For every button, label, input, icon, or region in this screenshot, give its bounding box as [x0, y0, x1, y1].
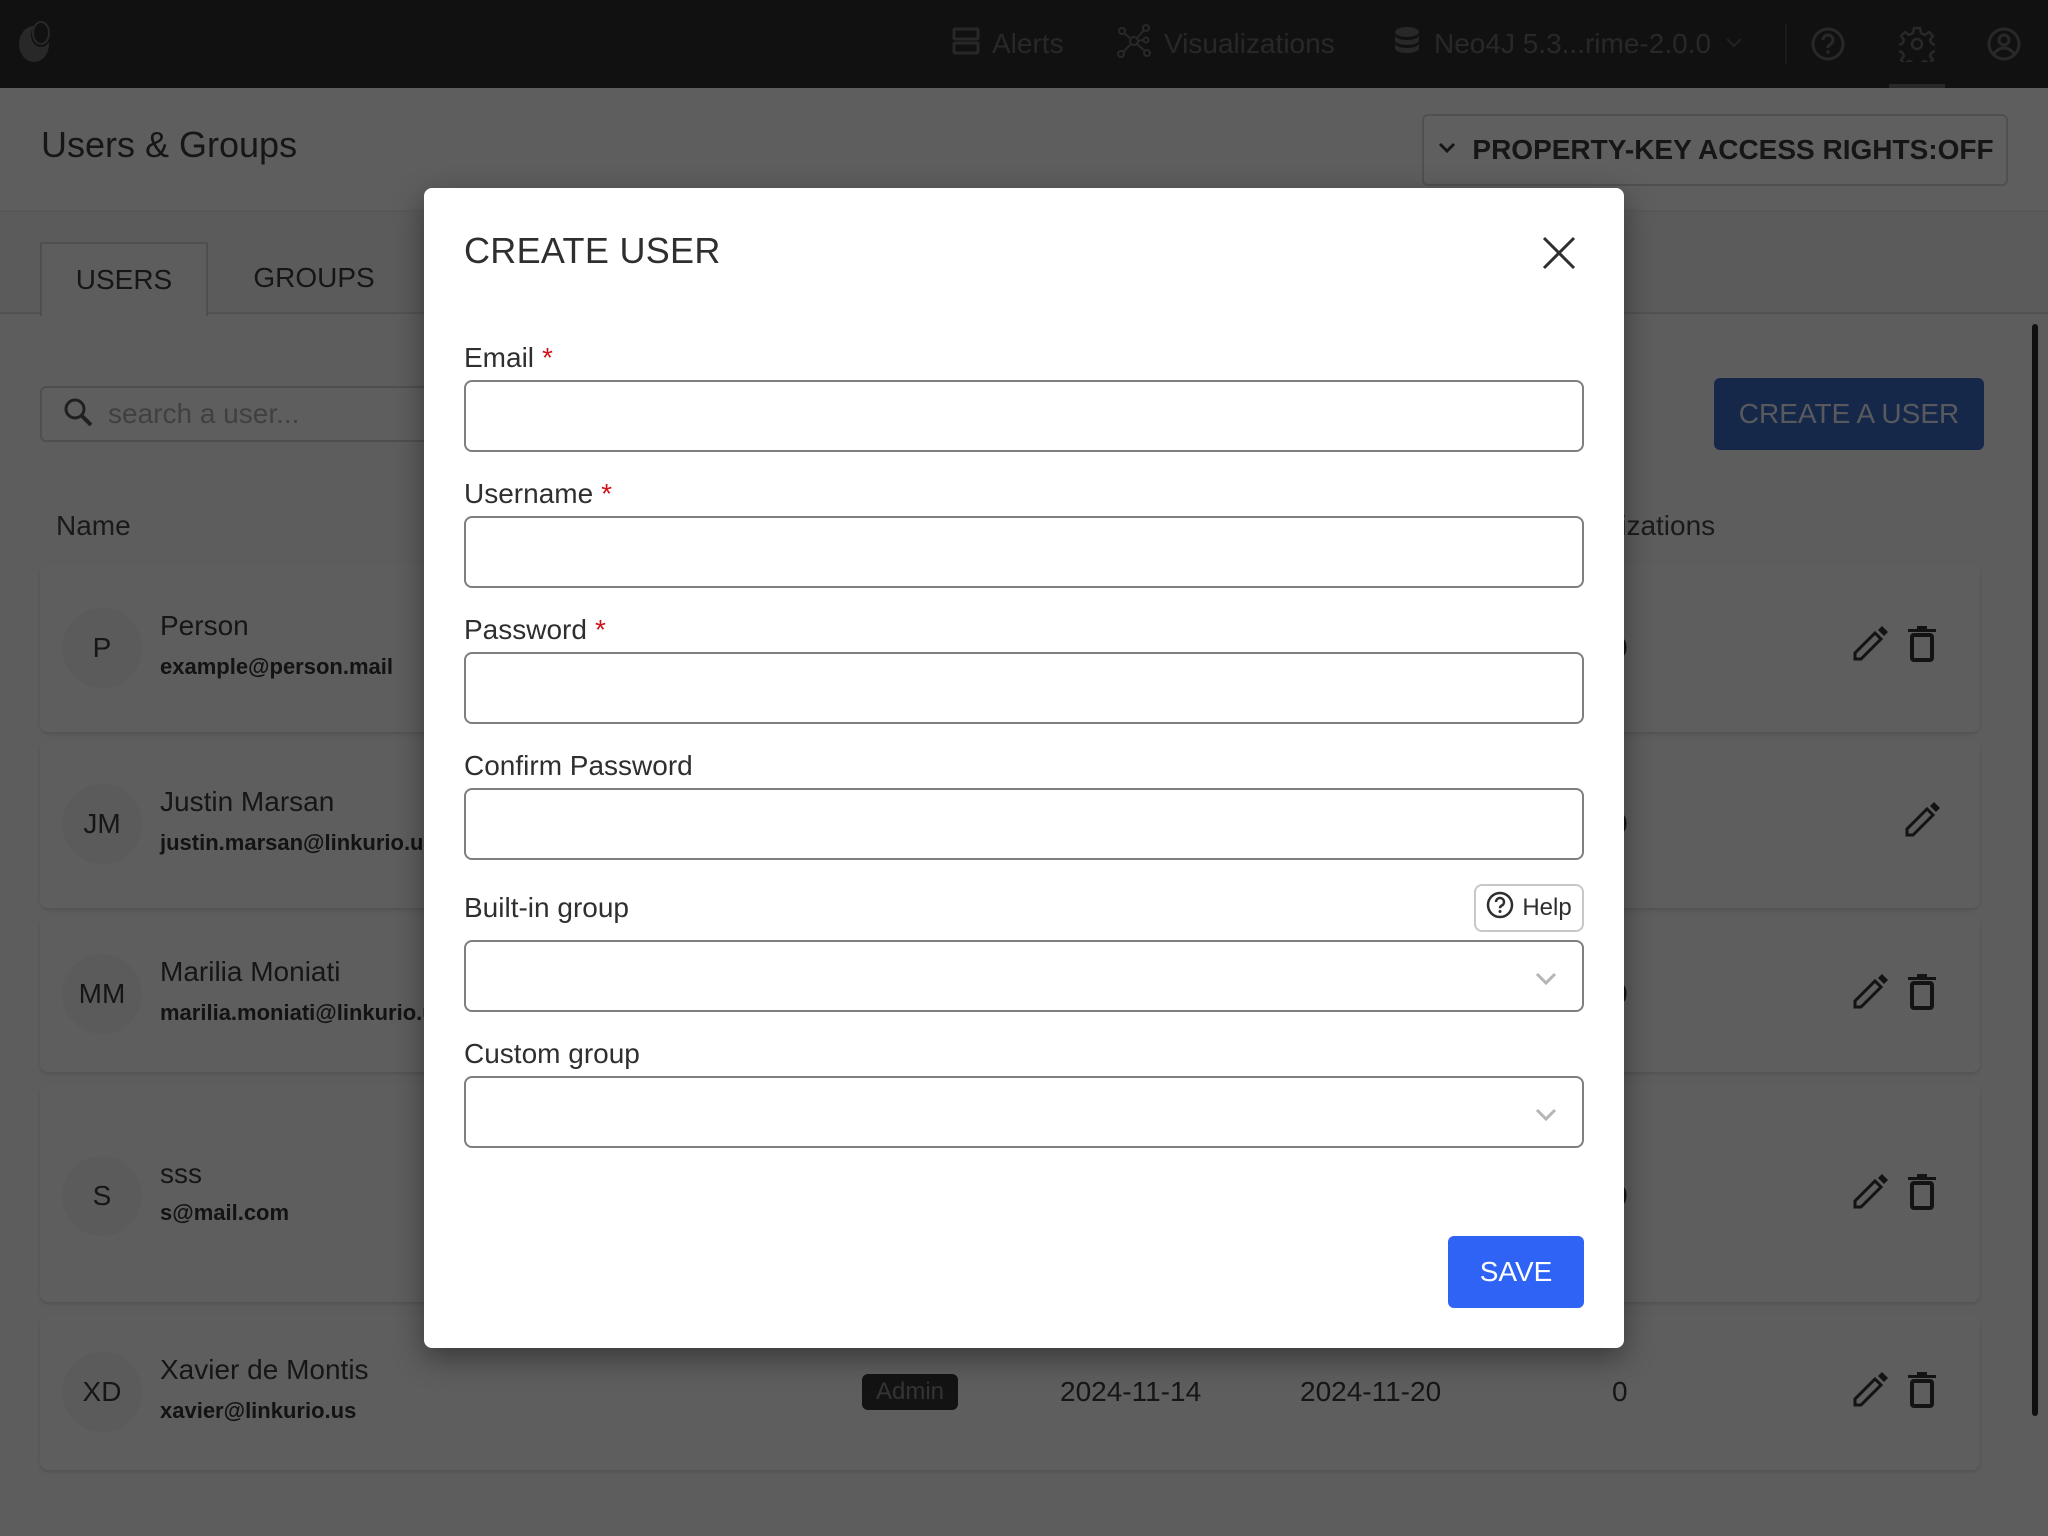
- username-label: Username *: [464, 478, 612, 510]
- help-button[interactable]: Help: [1474, 884, 1584, 932]
- confirm-password-label: Confirm Password: [464, 750, 693, 781]
- email-label: Email *: [464, 342, 553, 374]
- builtin-group-label: Built-in group: [464, 892, 629, 923]
- builtin-group-select[interactable]: [464, 940, 1584, 1012]
- password-input[interactable]: [464, 652, 1584, 724]
- password-label-text: Password: [464, 614, 587, 645]
- custom-group-label: Custom group: [464, 1038, 640, 1069]
- custom-group-select[interactable]: [464, 1076, 1584, 1148]
- username-input[interactable]: [464, 516, 1584, 588]
- confirm-password-input[interactable]: [464, 788, 1584, 860]
- required-marker: *: [594, 614, 606, 645]
- create-user-dialog: CREATE USER Email * Username * Password * C…: [424, 188, 1624, 1348]
- help-circle-icon: [1486, 891, 1514, 926]
- required-marker: *: [601, 478, 613, 509]
- required-marker: *: [542, 342, 553, 373]
- dialog-title: CREATE USER: [464, 230, 721, 271]
- chevron-down-icon: [1532, 1100, 1560, 1128]
- password-label: Password *: [464, 614, 606, 646]
- help-button-label: Help: [1522, 894, 1572, 921]
- email-label-text: Email: [464, 342, 535, 373]
- username-label-text: Username: [464, 478, 594, 509]
- close-icon[interactable]: [1534, 228, 1584, 278]
- save-button[interactable]: SAVE: [1448, 1236, 1584, 1308]
- chevron-down-icon: [1532, 964, 1560, 992]
- email-input[interactable]: [464, 380, 1584, 452]
